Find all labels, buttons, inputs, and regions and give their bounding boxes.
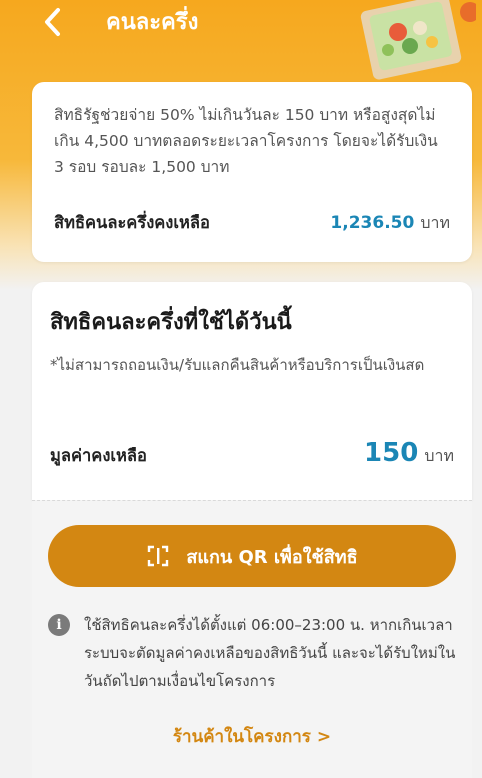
remaining-label: สิทธิคนละครึ่งคงเหลือ xyxy=(54,213,210,232)
info-icon: i xyxy=(48,614,70,636)
scan-qr-label: สแกน QR เพื่อใช้สิทธิ xyxy=(186,546,358,568)
qr-scan-icon xyxy=(146,544,170,568)
chevron-left-icon xyxy=(45,8,60,36)
food-box-illustration xyxy=(360,0,476,80)
currency-unit: บาท xyxy=(420,213,450,232)
info-text: ใช้สิทธิคนละครึ่งได้ตั้งแต่ 06:00–23:00 … xyxy=(84,616,456,690)
today-note: *ไม่สามารถถอนเงิน/รับแลกคืนสินค้าหรือบริ… xyxy=(50,356,425,374)
today-value: 150 xyxy=(364,438,419,468)
remaining-row: สิทธิคนละครึ่งคงเหลือ 1,236.50 บาท xyxy=(54,210,450,236)
value-label: มูลค่าคงเหลือ xyxy=(50,446,147,465)
page-title: คนละครึ่ง xyxy=(106,10,199,35)
today-card: สิทธิคนละครึ่งที่ใช้ได้วันนี้ *ไม่สามารถ… xyxy=(32,282,472,500)
value-row: มูลค่าคงเหลือ 150 บาท xyxy=(50,438,454,469)
info-block: i ใช้สิทธิคนละครึ่งได้ตั้งแต่ 06:00–23:0… xyxy=(48,611,458,695)
summary-card: สิทธิรัฐช่วยจ่าย 50% ไม่เกินวันละ 150 บา… xyxy=(32,82,472,262)
back-button[interactable] xyxy=(34,4,70,40)
scan-qr-button[interactable]: สแกน QR เพื่อใช้สิทธิ xyxy=(48,525,456,587)
today-heading: สิทธิคนละครึ่งที่ใช้ได้วันนี้ xyxy=(50,310,292,335)
currency-unit: บาท xyxy=(424,446,454,465)
actions-panel: สแกน QR เพื่อใช้สิทธิ i ใช้สิทธิคนละครึ่… xyxy=(32,500,472,778)
summary-description: สิทธิรัฐช่วยจ่าย 50% ไม่เกินวันละ 150 บา… xyxy=(54,106,438,176)
remaining-amount: 1,236.50 xyxy=(330,213,415,233)
participating-shops-link[interactable]: ร้านค้าในโครงการ > xyxy=(32,723,472,750)
top-bar: คนละครึ่ง xyxy=(0,0,482,80)
